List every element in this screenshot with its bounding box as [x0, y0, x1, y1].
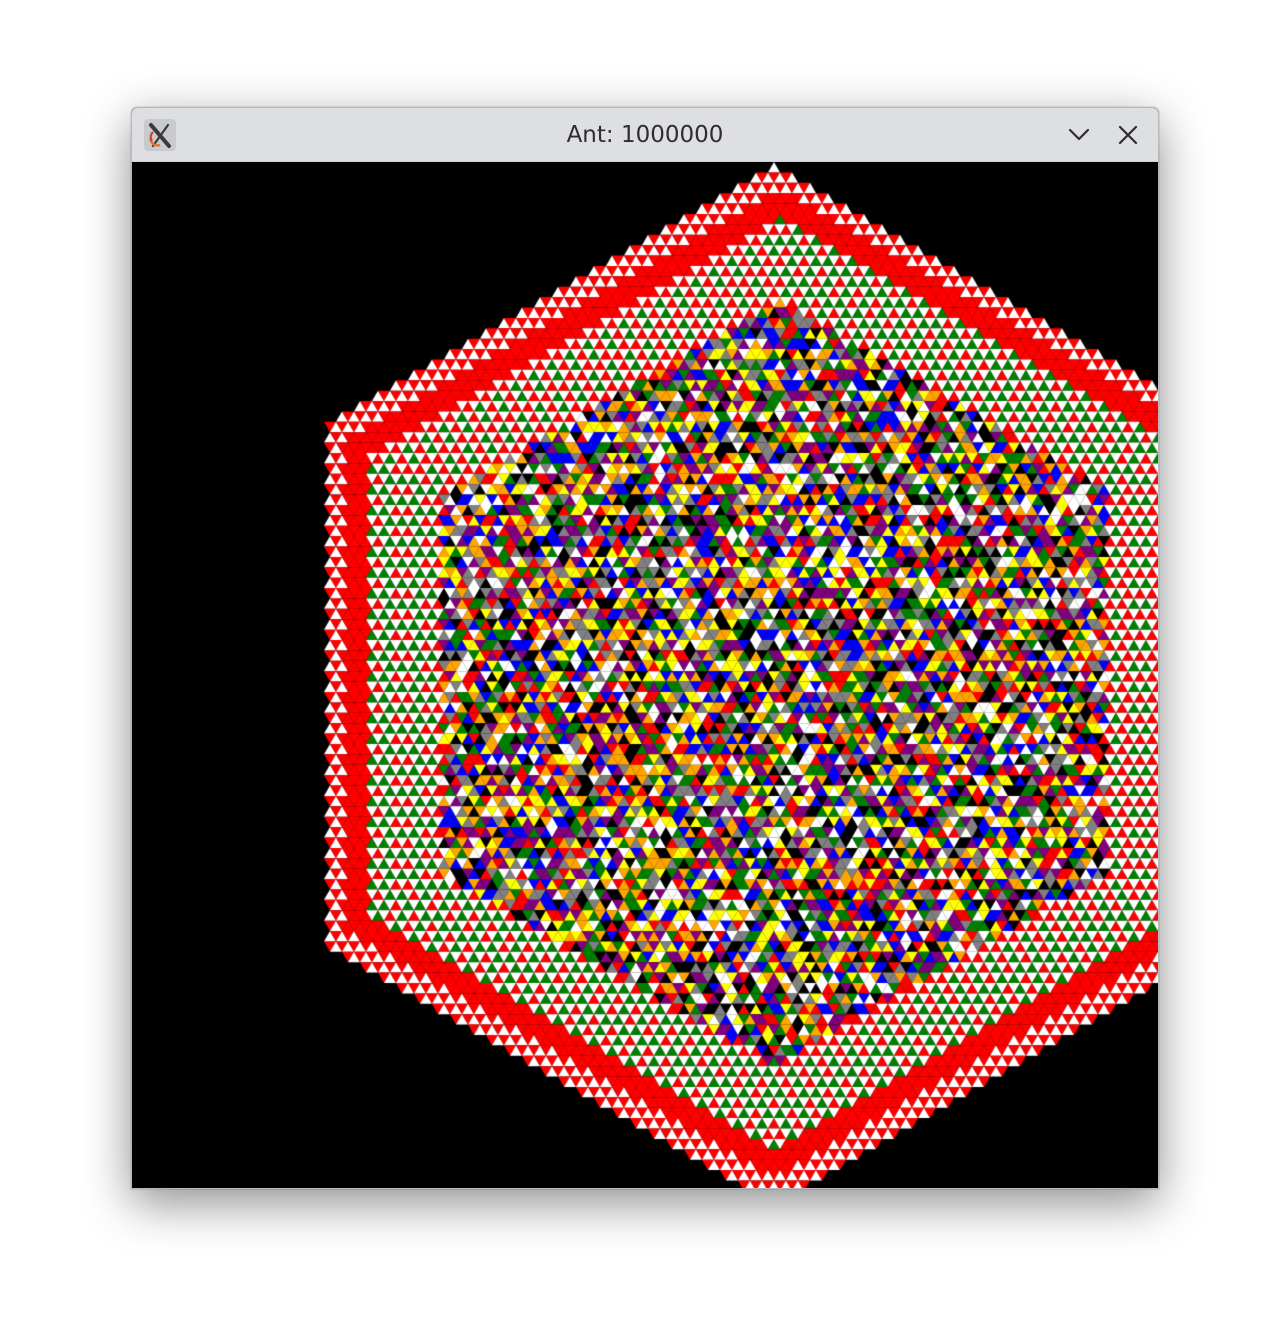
close-icon[interactable]: [1111, 118, 1145, 152]
ant-grid-canvas[interactable]: [132, 162, 1158, 1188]
app-window: Ant: 1000000: [131, 107, 1159, 1189]
title-bar[interactable]: Ant: 1000000: [132, 108, 1158, 162]
chevron-down-icon[interactable]: [1062, 118, 1096, 152]
window-title: Ant: 1000000: [566, 122, 724, 148]
